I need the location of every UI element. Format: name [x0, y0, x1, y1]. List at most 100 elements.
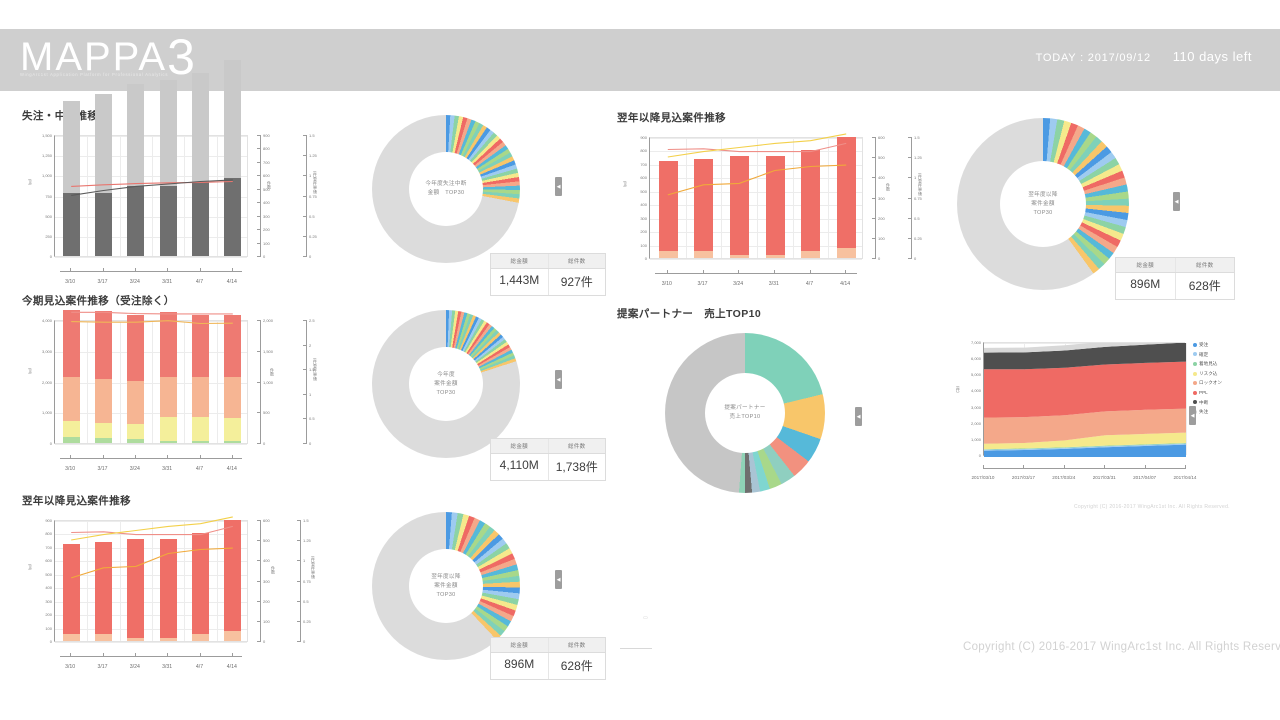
x-axis-rule	[60, 271, 242, 272]
x-tick-mark	[845, 270, 847, 274]
right-tick2-label: 2	[309, 342, 312, 348]
right-tick-label: 100	[263, 618, 270, 624]
legend-item[interactable]: リスク込	[1193, 369, 1222, 379]
chart-partner-donut[interactable]: 提案パートナー 売上TOP10 ◀	[617, 325, 907, 500]
x-tick-label: 3/17	[697, 281, 708, 287]
area-x-axis-rule	[983, 468, 1185, 469]
y-tick-label: 2,000	[41, 379, 52, 385]
area-slider-handle[interactable]: ◀	[1189, 406, 1196, 425]
total-amount-value-1: 1,443M	[499, 273, 540, 287]
total-count-header-2: 総件数	[1174, 258, 1235, 272]
right-tick-label: 900	[263, 132, 270, 138]
total-count-header-4: 総件数	[547, 638, 606, 652]
y-tick-label: 100	[640, 242, 647, 248]
y-tick-label: 0	[49, 440, 52, 446]
right-tick2-label: 0	[309, 440, 312, 446]
x-tick-label: 4/7	[195, 466, 204, 472]
legend-item[interactable]: 失注	[1193, 407, 1222, 417]
y-tick-label: 1,000	[41, 172, 52, 178]
right-tick2-mark	[303, 256, 306, 257]
right-tick2-mark	[297, 641, 300, 642]
area-chart-legend: 受注 確定 着地見込 リスク込 ロックオン PPL 中断 失注	[1193, 340, 1222, 417]
right-tick-label: 800	[263, 145, 270, 151]
donut-slider-handle-4[interactable]: ◀	[555, 570, 562, 589]
chart-current-year-donut[interactable]: 今年度 案件金額 TOP30 ◀ 総金額 総件数 4,110M 1,738件	[372, 310, 612, 490]
chart-stacked-area[interactable]: (件) 受注 確定 着地見込 リスク込 ロックオン PPL 中断 失注 ◀ 7,000 6,00…	[945, 334, 1245, 494]
right-tick-mark	[257, 443, 260, 444]
y-tick-label: 200	[45, 611, 52, 617]
right-tick2-mark	[297, 601, 300, 602]
right-tick-label: 0	[878, 255, 881, 261]
line-overlay	[71, 311, 233, 325]
y-tick-label: 3,000	[41, 348, 52, 354]
right-tick2-mark	[908, 157, 911, 158]
line-overlay	[71, 179, 233, 196]
right-tick-mark	[257, 382, 260, 383]
right-tick2-mark	[303, 418, 306, 419]
right-tick2-label: 0.5	[303, 598, 309, 604]
right-tick2-label: 1	[303, 557, 306, 563]
legend-item[interactable]: 確定	[1193, 350, 1222, 360]
y-tick-label: 900	[45, 517, 52, 523]
right-tick-mark	[872, 258, 875, 259]
area-y-tick: 7,000	[970, 339, 981, 345]
legend-item[interactable]: PPL	[1193, 388, 1222, 398]
mappa-logo: MAPPA3 WingArc1st Application Platform f…	[20, 32, 197, 82]
right-tick2-label: 0.75	[309, 193, 317, 199]
right-tick-label: 300	[878, 195, 885, 201]
chart-next-year-trend-top[interactable]: (M) 件数 (件)案件単価 900 800 700 600 500 400 300 200 1…	[617, 129, 927, 289]
y-tick-label: 1,250	[41, 152, 52, 158]
x-tick-mark	[702, 270, 704, 274]
legend-color-dot	[1193, 381, 1197, 386]
area-y-tick: 6,000	[970, 355, 981, 361]
y-tick-label: 800	[640, 147, 647, 153]
area-y-tick: 0	[978, 452, 981, 458]
right-tick2-label: 1.25	[309, 152, 317, 158]
right-tick-mark	[257, 581, 260, 582]
total-count-value-1: 927件	[547, 269, 606, 295]
placeholder-mark: ▭	[643, 615, 648, 621]
y-tick-label: 200	[640, 228, 647, 234]
chart-next-year-donut-top[interactable]: 翌年度以降 案件金額 TOP30 ◀ 総金額 総件数 896M 628件	[945, 118, 1245, 308]
right-axis2-rule	[306, 320, 307, 444]
legend-item[interactable]: 受注	[1193, 340, 1222, 350]
right-tick2-label: 1.5	[914, 134, 920, 140]
chart-next-year-trend-bottom[interactable]: (M) 件数 (件)案件単価 900 800 700 600 500 400 300 200 1…	[22, 512, 322, 672]
panel-next-year-trend-top: 翌年以降見込案件推移 (M) 件数 (件)案件単価 900 800 700 600 50…	[617, 110, 927, 289]
chart-next-year-donut-bottom[interactable]: 翌年度以降 案件金額 TOP30 ◀ 総金額 総件数 896M 628件	[372, 512, 612, 692]
legend-item[interactable]: ロックオン	[1193, 378, 1222, 388]
donut-slider-handle-5[interactable]: ◀	[855, 407, 862, 426]
y-tick-label: 300	[640, 215, 647, 221]
legend-item[interactable]: 中断	[1193, 398, 1222, 408]
donut-slider-handle-3[interactable]: ◀	[555, 370, 562, 389]
x-tick-label: 3/24	[129, 664, 140, 670]
chart-lost-trend[interactable]: (M) 件数 (件)案件単価 1,500 1,250 1,000 750 500 250 0…	[22, 60, 322, 287]
chart-current-forecast[interactable]: (M) 件数 (件)案件単価 4,000 3,000 2,000 1,000 0 3/10…	[22, 309, 322, 480]
x-tick-label: 4/14	[226, 466, 237, 472]
chart-lost-amount-donut[interactable]: 今年度失注中断 金額 TOP30 ◀ 総金額 総件数 1,443M 927件	[372, 115, 612, 296]
copyright-small: Copyright (C) 2016-2017 WingArc1st Inc. …	[1074, 504, 1230, 510]
area-x-tick-label: 2017/03/10	[971, 475, 995, 480]
x-tick-label: 4/14	[840, 281, 851, 287]
area-y-tick: 4,000	[970, 387, 981, 393]
x-tick-label: 3/10	[661, 281, 672, 287]
area-x-tick-mark	[983, 465, 984, 469]
today-indicator: TODAY : 2017/09/12 110 days left	[1036, 49, 1252, 64]
axis-label-left-1: (M)	[28, 179, 33, 185]
right-tick2-mark	[297, 560, 300, 561]
right-tick-label: 0	[263, 638, 266, 644]
right-tick2-label: 2.5	[309, 317, 315, 323]
x-tick-label: 3/24	[129, 466, 140, 472]
right-tick2-mark	[303, 236, 306, 237]
x-tick-mark	[809, 270, 811, 274]
right-tick-label: 500	[263, 186, 270, 192]
right-tick2-mark	[303, 155, 306, 156]
totals-table-2: 総金額 総件数 896M 628件	[1115, 257, 1235, 300]
x-tick-mark	[70, 268, 72, 272]
right-tick-label: 100	[263, 240, 270, 246]
x-tick-mark	[199, 268, 201, 272]
legend-item[interactable]: 着地見込	[1193, 359, 1222, 369]
donut-slider-handle-2[interactable]: ◀	[1173, 192, 1180, 211]
donut-slider-handle-1[interactable]: ◀	[555, 177, 562, 196]
right-tick2-label: 1.5	[303, 517, 309, 523]
